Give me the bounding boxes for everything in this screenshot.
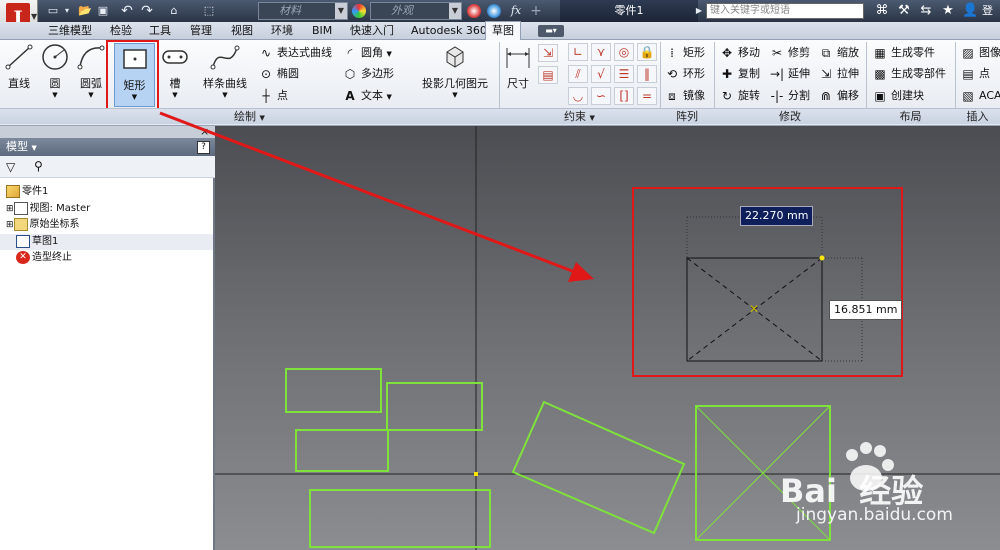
sketch-rectangle[interactable] (309, 489, 491, 548)
height-dimension-input[interactable]: 16.851 mm (829, 300, 903, 320)
sketch-rectangle[interactable] (386, 382, 483, 431)
corner-grip-point (819, 255, 825, 261)
center-point-marker: ✕ (749, 302, 759, 316)
sketch-rectangles (285, 368, 831, 548)
annotation-arrow (159, 111, 594, 282)
red-arrow-shaft (159, 111, 581, 276)
width-dimension-input[interactable]: 22.270 mm (740, 206, 814, 226)
sketch-rectangle-rotated[interactable] (511, 400, 686, 535)
origin-point (474, 472, 478, 476)
sketch-rectangle[interactable] (295, 429, 389, 472)
sketch-rectangle[interactable] (285, 368, 382, 413)
watermark-url: jingyan.baidu.com (796, 505, 953, 525)
